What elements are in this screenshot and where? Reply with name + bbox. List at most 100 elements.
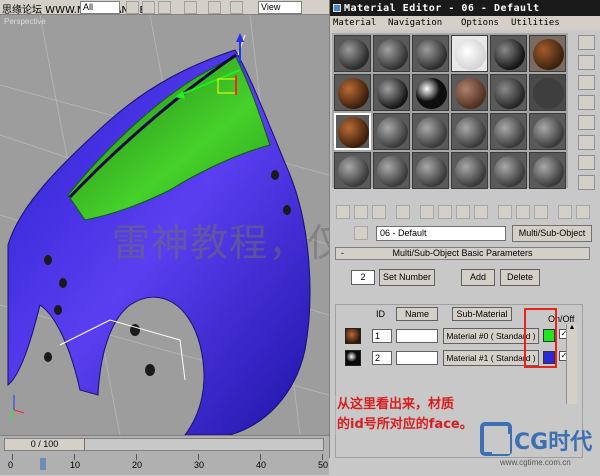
sample-slot[interactable] (451, 74, 488, 111)
sample-slot[interactable] (334, 35, 371, 72)
sample-slot[interactable] (373, 152, 410, 189)
material-map-navigator-icon[interactable] (576, 205, 590, 219)
sample-slot[interactable] (373, 113, 410, 150)
material-editor-menubar: Material Navigation Options Utilities (330, 16, 600, 30)
select-scale-icon[interactable] (230, 1, 243, 14)
make-preview-icon[interactable] (578, 135, 595, 150)
time-tick-label: 40 (256, 460, 267, 470)
annotation-callout: 从这里看出来，材质 的id号所对应的face。 (335, 395, 485, 435)
get-material-icon[interactable] (336, 205, 350, 219)
cgtime-logo-icon (480, 422, 512, 456)
reference-coordinate-dropdown[interactable]: View (258, 1, 302, 14)
backlight-icon[interactable] (578, 55, 595, 70)
rollout-header[interactable]: - Multi/Sub-Object Basic Parameters (335, 247, 590, 260)
scroll-up-icon[interactable]: ▲ (567, 324, 577, 332)
menu-material[interactable]: Material (333, 18, 376, 28)
material-id-field[interactable]: 1 (372, 329, 392, 343)
select-by-name-icon[interactable] (142, 1, 155, 14)
annotation-line-1: 从这里看出来，材质 (337, 397, 455, 412)
select-by-material-icon[interactable] (578, 175, 595, 190)
material-editor-titlebar[interactable]: Material Editor - 06 - Default (330, 0, 600, 16)
sample-slot[interactable] (529, 74, 566, 111)
time-slider-thumb[interactable]: 0 / 100 (5, 439, 85, 450)
sample-slot[interactable] (451, 152, 488, 189)
material-count-field[interactable]: 2 (351, 270, 375, 285)
time-slider[interactable]: 0 / 100 (4, 438, 324, 451)
select-object-icon[interactable] (126, 1, 139, 14)
time-tick-label: 10 (70, 460, 81, 470)
material-type-button[interactable]: Multi/Sub-Object (512, 225, 592, 242)
sample-slot[interactable] (373, 74, 410, 111)
uv-tiling-icon[interactable] (578, 95, 595, 110)
sort-by-name-button[interactable]: Name (396, 307, 438, 321)
sample-slot[interactable] (451, 35, 488, 72)
go-forward-sibling-icon[interactable] (558, 205, 572, 219)
material-id-field[interactable]: 2 (372, 351, 392, 365)
highlight-box (524, 308, 557, 368)
sample-slot[interactable] (490, 113, 527, 150)
sample-slot[interactable] (412, 74, 449, 111)
time-slider-bar: 0 / 100 0 10 20 30 40 50 (0, 435, 329, 475)
sample-slot[interactable] (529, 113, 566, 150)
video-color-check-icon[interactable] (578, 115, 595, 130)
material-name-field[interactable] (396, 329, 438, 343)
logo-name: CG时代 (514, 430, 593, 455)
sample-slot-active[interactable] (334, 113, 371, 150)
show-end-result-icon[interactable] (516, 205, 530, 219)
sample-slot[interactable] (334, 152, 371, 189)
select-move-icon[interactable] (184, 1, 197, 14)
sample-slot[interactable] (412, 113, 449, 150)
menu-navigation[interactable]: Navigation (388, 18, 442, 28)
menu-utilities[interactable]: Utilities (511, 18, 560, 28)
sample-slot[interactable] (334, 74, 371, 111)
sample-slot[interactable] (490, 152, 527, 189)
material-thumbnail (345, 350, 361, 366)
sample-slot[interactable] (451, 113, 488, 150)
options-icon[interactable] (578, 155, 595, 170)
make-unique-icon[interactable] (438, 205, 452, 219)
sample-slot[interactable] (529, 35, 566, 72)
sort-by-submaterial-button[interactable]: Sub-Material (452, 307, 512, 321)
material-name-dropdown[interactable]: 06 - Default (376, 226, 506, 241)
material-editor-window: Material Editor - 06 - Default Material … (329, 0, 600, 458)
select-region-icon[interactable] (158, 1, 171, 14)
sample-slot[interactable] (529, 152, 566, 189)
material-name-row: 06 - Default Multi/Sub-Object (332, 225, 600, 243)
sample-type-icon[interactable] (578, 35, 595, 50)
material-editor-icon (333, 4, 341, 12)
set-number-button[interactable]: Set Number (379, 269, 435, 286)
show-map-in-viewport-icon[interactable] (498, 205, 512, 219)
background-icon[interactable] (578, 75, 595, 90)
delete-button[interactable]: Delete (500, 269, 540, 286)
material-editor-toolbar (332, 204, 600, 220)
put-to-scene-icon[interactable] (354, 205, 368, 219)
axis-tripod (9, 395, 25, 420)
rollout-title: Multi/Sub-Object Basic Parameters (392, 248, 533, 258)
sub-material-scrollbar[interactable]: ▲ (566, 324, 577, 404)
sample-slot[interactable] (412, 152, 449, 189)
sample-slot[interactable] (373, 35, 410, 72)
sample-slot[interactable] (412, 35, 449, 72)
time-tick-label: 20 (132, 460, 143, 470)
cgtime-logo: CG时代 www.cgtime.com.cn (478, 420, 600, 475)
sample-slot[interactable] (490, 74, 527, 111)
material-effects-channel-icon[interactable] (474, 205, 488, 219)
selection-filter-dropdown[interactable]: All (80, 1, 120, 14)
make-copy-icon[interactable] (420, 205, 434, 219)
sample-slot[interactable] (490, 35, 527, 72)
annotation-line-2: 的id号所对应的face。 (337, 417, 473, 432)
pick-material-from-object-icon[interactable] (354, 226, 368, 240)
time-tick-label: 0 (8, 460, 14, 470)
add-button[interactable]: Add (461, 269, 495, 286)
material-thumbnail (345, 328, 361, 344)
select-rotate-icon[interactable] (208, 1, 221, 14)
collapse-sign: - (341, 248, 344, 258)
go-to-parent-icon[interactable] (534, 205, 548, 219)
track-bar[interactable]: 0 10 20 30 40 50 (4, 454, 328, 476)
reset-map-icon[interactable] (396, 205, 410, 219)
menu-options[interactable]: Options (461, 18, 499, 28)
assign-to-selection-icon[interactable] (372, 205, 386, 219)
window-title: Material Editor - 06 - Default (344, 3, 540, 14)
put-to-library-icon[interactable] (456, 205, 470, 219)
material-name-field[interactable] (396, 351, 438, 365)
